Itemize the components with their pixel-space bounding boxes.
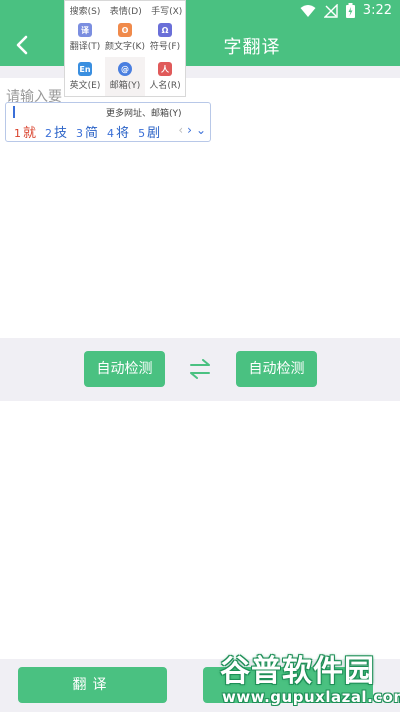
status-icons: 3:22 — [300, 3, 392, 18]
person-icon: 人 — [158, 62, 172, 76]
wifi-icon — [300, 4, 316, 17]
ime-candidate[interactable]: 3 简 — [76, 122, 98, 141]
translation-output-area — [0, 401, 400, 659]
translate-icon: 译 — [78, 23, 92, 37]
bottom-action-band: 翻译 — [0, 659, 400, 712]
at-icon: @ — [118, 62, 132, 76]
chevron-right-icon[interactable]: › — [187, 123, 192, 137]
ime-tool-panel: 搜索(S) 表情(D) 手写(X) 译 翻译(T) ʘ 颜文字(K) Ω 符号(… — [64, 0, 186, 97]
english-icon: En — [78, 62, 92, 76]
swap-icon[interactable] — [188, 359, 212, 379]
app-bar: 字翻译 — [0, 24, 400, 66]
ime-panel-top-row: 搜索(S) 表情(D) 手写(X) — [65, 4, 187, 17]
secondary-action-button[interactable] — [203, 667, 373, 703]
status-bar: 3:22 — [0, 0, 400, 24]
ime-kaomoji-option[interactable]: ʘ 颜文字(K) — [105, 18, 145, 57]
chevron-down-icon[interactable]: ⌄ — [196, 123, 206, 137]
chevron-left-icon[interactable]: ‹ — [178, 123, 183, 137]
ime-english-option[interactable]: En 英文(E) — [65, 57, 105, 96]
ime-candidate[interactable]: 5 剧 — [138, 122, 160, 141]
ime-symbol-option[interactable]: Ω 符号(F) — [145, 18, 185, 57]
ime-candidate-bar: 更多网址、邮箱(Y) 1 就 2 技 3 简 4 将 5 剧 ‹ › ⌄ — [5, 102, 211, 142]
language-selector-band: 自动检测 自动检测 — [0, 338, 400, 401]
source-language-button[interactable]: 自动检测 — [84, 351, 165, 387]
page-title-text: 字翻译 — [223, 37, 281, 58]
omega-icon: Ω — [158, 23, 172, 37]
battery-icon — [345, 3, 355, 18]
ime-translate-option[interactable]: 译 翻译(T) — [65, 18, 105, 57]
translate-button[interactable]: 翻译 — [18, 667, 167, 703]
page-title: 字翻译 — [0, 33, 400, 59]
status-time: 3:22 — [362, 3, 392, 18]
ime-candidate[interactable]: 4 将 — [107, 122, 129, 141]
ime-handwrite-option[interactable]: 手写(X) — [151, 4, 182, 17]
ime-email-option[interactable]: @ 邮箱(Y) — [105, 57, 145, 96]
ime-emoji-option[interactable]: 表情(D) — [110, 4, 142, 17]
ime-candidate[interactable]: 2 技 — [45, 122, 67, 141]
ime-name-option[interactable]: 人 人名(R) — [145, 57, 185, 96]
kaomoji-icon: ʘ — [118, 23, 132, 37]
divider-strip — [0, 66, 400, 78]
ime-candidate-list: 1 就 2 技 3 简 4 将 5 剧 — [14, 122, 160, 141]
text-cursor — [13, 106, 15, 118]
ime-candidate[interactable]: 1 就 — [14, 122, 36, 141]
target-language-button[interactable]: 自动检测 — [236, 351, 317, 387]
ime-search-option[interactable]: 搜索(S) — [70, 4, 101, 17]
ime-panel-grid: 译 翻译(T) ʘ 颜文字(K) Ω 符号(F) En 英文(E) @ 邮箱(Y… — [65, 18, 187, 96]
ime-candidate-nav: ‹ › ⌄ — [178, 123, 206, 137]
ime-candidate-hint[interactable]: 更多网址、邮箱(Y) — [106, 106, 182, 119]
no-signal-icon — [323, 3, 338, 18]
